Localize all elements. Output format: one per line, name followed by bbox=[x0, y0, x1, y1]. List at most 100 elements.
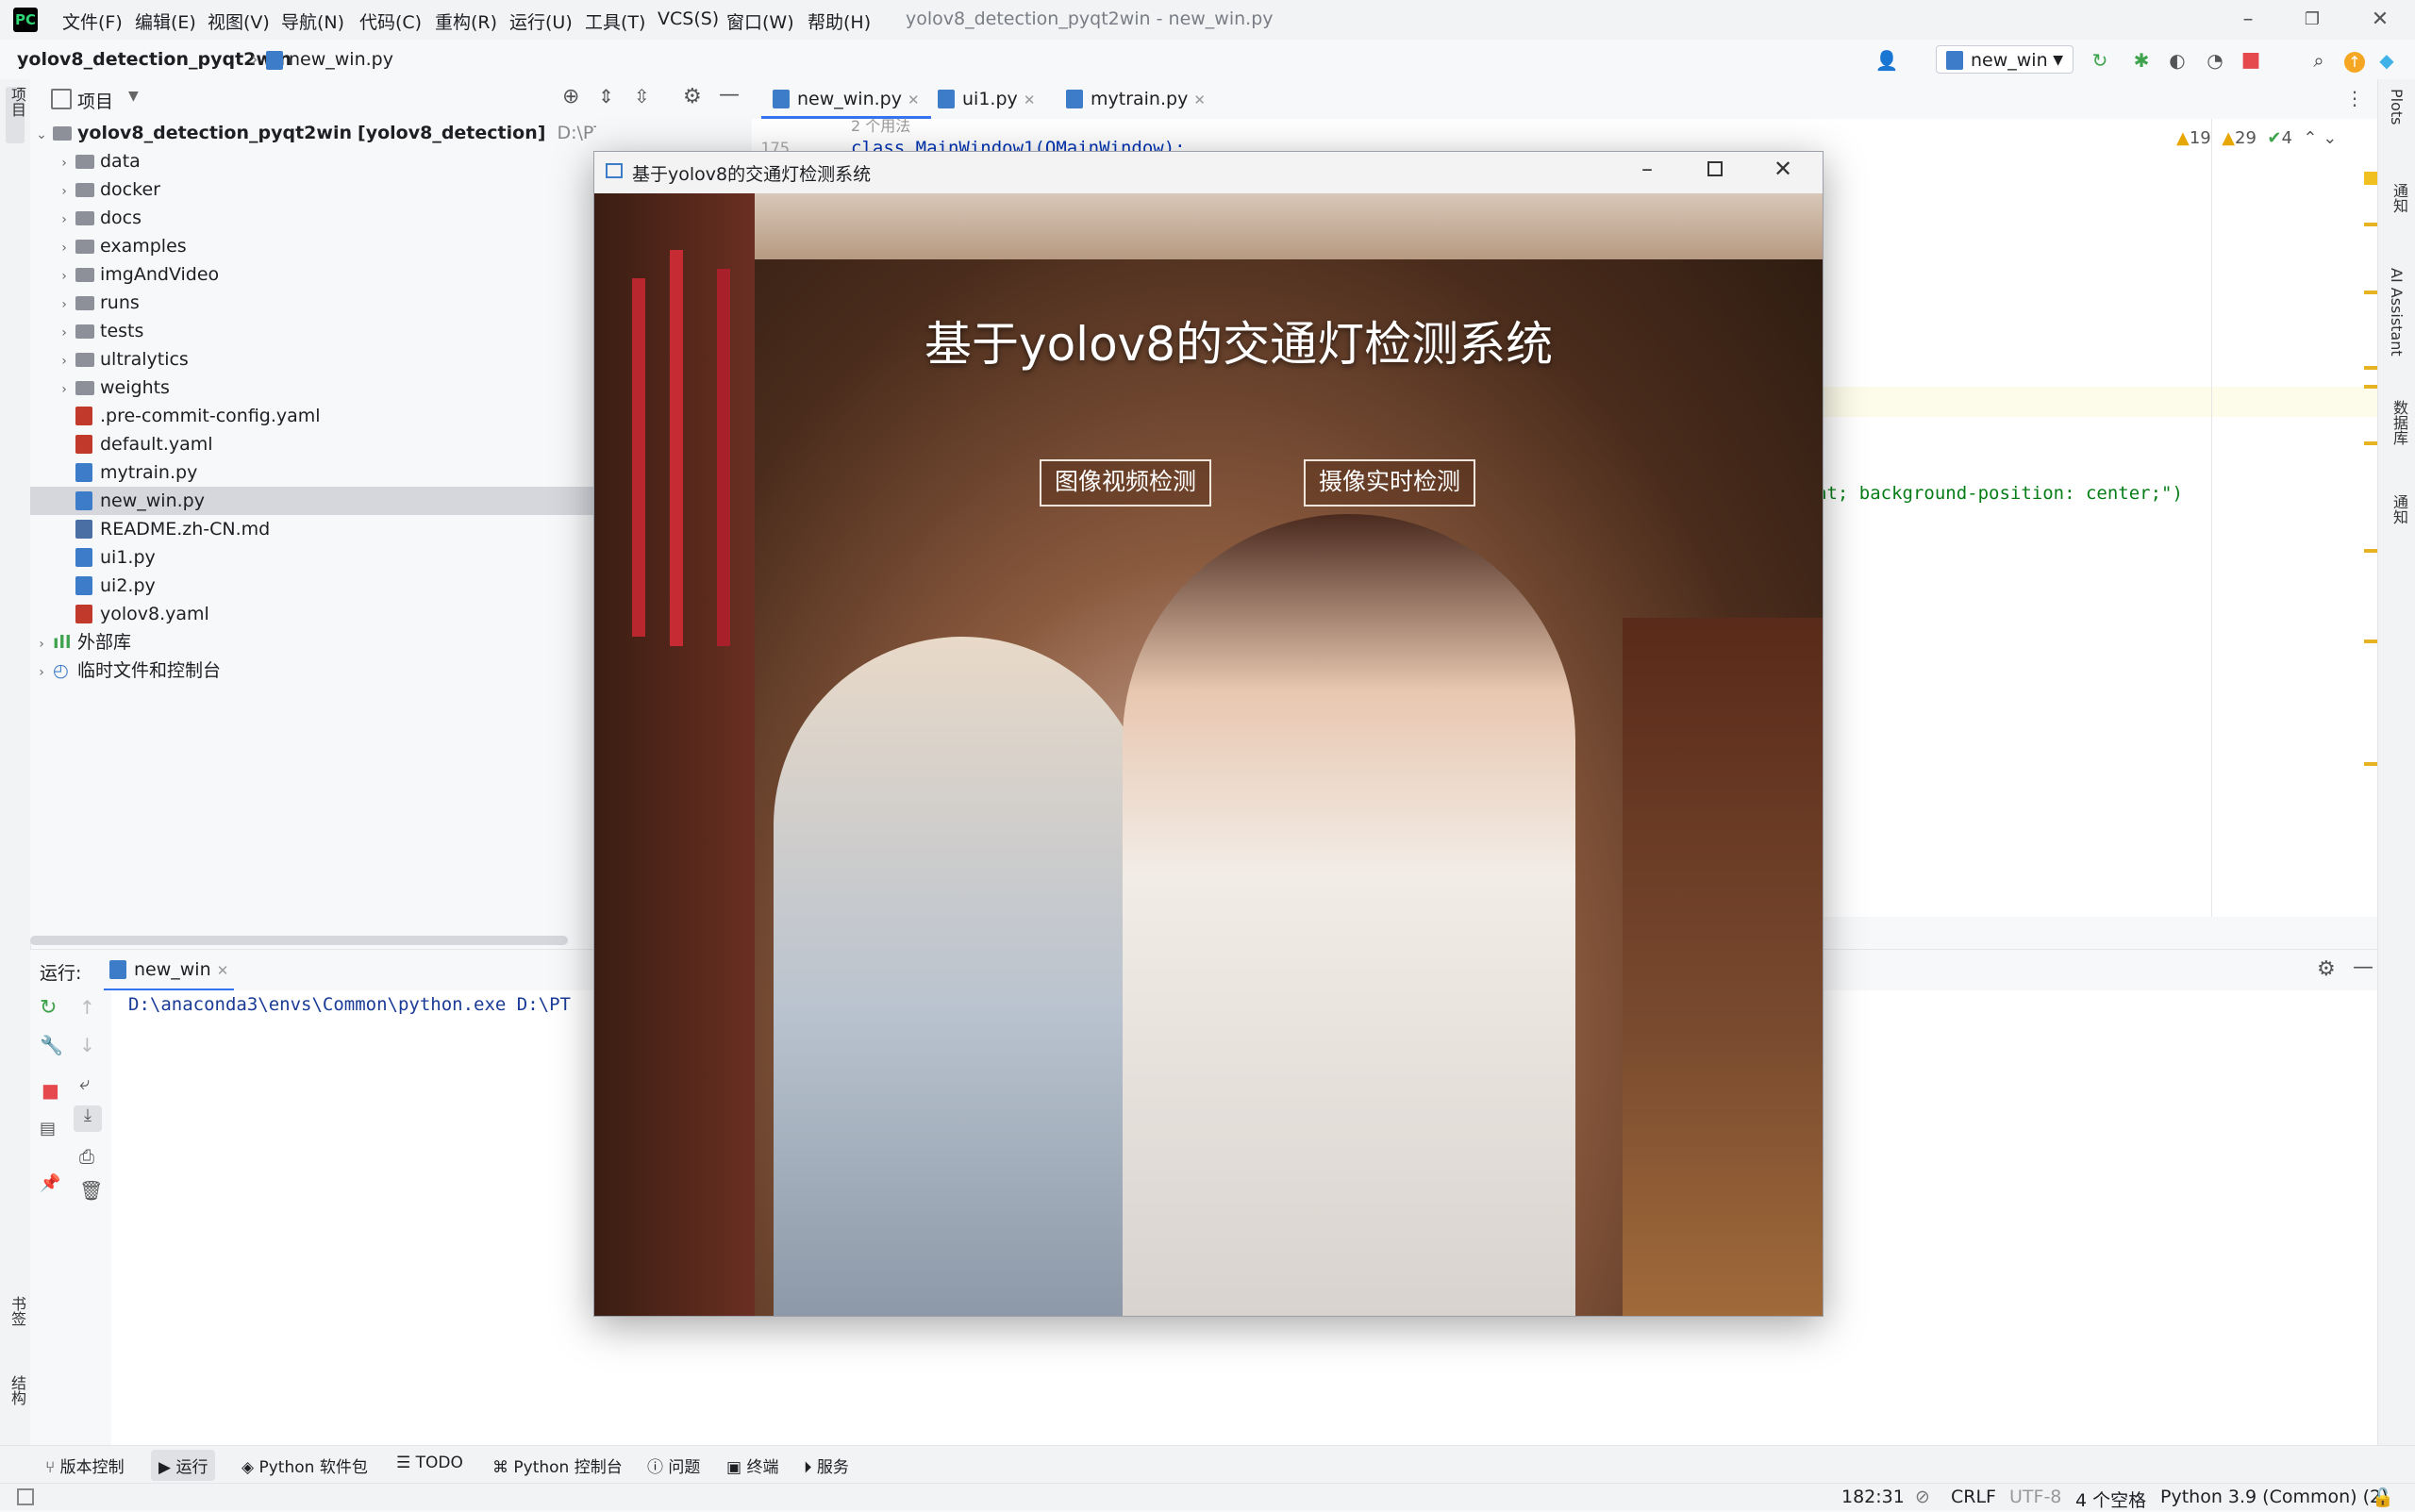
camera-realtime-detect-button[interactable]: 摄像实时检测 bbox=[1304, 459, 1476, 507]
tree-file[interactable]: new_win.py bbox=[30, 487, 596, 515]
rerun-icon[interactable]: ↻ bbox=[40, 996, 57, 1020]
tree-file[interactable]: ui2.py bbox=[30, 572, 596, 600]
inspection-widget[interactable]: ▲19 ▲29 ✔4 ⌃ ⌄ bbox=[2176, 128, 2337, 148]
chevron-right-icon[interactable]: › bbox=[53, 262, 75, 291]
tree-root[interactable]: ⌄ yolov8_detection_pyqt2win [yolov8_detec… bbox=[30, 119, 596, 147]
minimize-icon[interactable]: – bbox=[2226, 4, 2270, 36]
print-icon[interactable]: ⎙ bbox=[79, 1145, 94, 1168]
menu-navigate[interactable]: 导航(N) bbox=[281, 8, 344, 34]
tab-ui1[interactable]: ui1.py ✕ bbox=[926, 79, 1046, 119]
tool-terminal[interactable]: ▣ 终端 bbox=[726, 1454, 778, 1477]
chevron-right-icon[interactable]: › bbox=[53, 347, 75, 375]
chevron-down-icon[interactable]: ⌄ bbox=[2323, 128, 2337, 148]
run-tab-new-win[interactable]: new_win ✕ bbox=[104, 950, 235, 991]
tool-version-control[interactable]: ⑂ 版本控制 bbox=[45, 1454, 125, 1477]
chevron-right-icon[interactable]: › bbox=[53, 291, 75, 319]
chevron-right-icon[interactable]: › bbox=[30, 658, 53, 687]
tree-folder[interactable]: › docs bbox=[30, 204, 596, 232]
tree-folder[interactable]: › data bbox=[30, 147, 596, 175]
rerun-icon[interactable]: ↻ bbox=[2087, 47, 2113, 74]
jetbrains-ai-icon[interactable]: ◆ bbox=[2373, 47, 2400, 74]
status-interpreter[interactable]: Python 3.9 (Common) (2) bbox=[2160, 1487, 2389, 1507]
tool-todo[interactable]: ☰ TODO bbox=[396, 1454, 463, 1472]
menu-tools[interactable]: 工具(T) bbox=[585, 8, 645, 34]
user-icon[interactable]: 👤 bbox=[1874, 47, 1900, 74]
expand-all-icon[interactable]: ⇕ bbox=[598, 85, 614, 108]
coverage-icon[interactable]: ◐ bbox=[2164, 47, 2190, 74]
chevron-right-icon[interactable]: › bbox=[53, 177, 75, 206]
close-icon[interactable]: ✕ bbox=[2358, 4, 2402, 36]
horizontal-scrollbar[interactable] bbox=[30, 936, 568, 945]
hide-panel-icon[interactable]: — bbox=[719, 83, 740, 107]
close-tab-icon[interactable]: ✕ bbox=[908, 91, 920, 108]
tool-python-packages[interactable]: ◈ Python 软件包 bbox=[242, 1454, 368, 1477]
project-tool-button[interactable]: 项目 bbox=[6, 87, 26, 143]
close-tab-icon[interactable]: ✕ bbox=[1024, 91, 1036, 108]
collapse-all-icon[interactable]: ⇳ bbox=[634, 85, 650, 108]
tree-folder[interactable]: › examples bbox=[30, 232, 596, 260]
app-window-titlebar[interactable]: 基于yolov8的交通灯检测系统 – ✕ bbox=[594, 152, 1823, 193]
status-line-ending[interactable]: CRLF bbox=[1951, 1487, 1996, 1507]
status-indent[interactable]: 4 个空格 bbox=[2075, 1487, 2146, 1512]
menu-refactor[interactable]: 重构(R) bbox=[435, 8, 497, 34]
stop-icon[interactable]: ■ bbox=[42, 1079, 59, 1102]
tree-scratches[interactable]: › ◴ 临时文件和控制台 bbox=[30, 656, 596, 685]
menu-code[interactable]: 代码(C) bbox=[359, 8, 422, 34]
tree-file[interactable]: default.yaml bbox=[30, 430, 596, 458]
menu-vcs[interactable]: VCS(S) bbox=[658, 8, 719, 29]
hide-panel-icon[interactable]: — bbox=[2353, 955, 2373, 979]
layout-toggle-icon[interactable] bbox=[17, 1488, 34, 1505]
close-tab-icon[interactable]: ✕ bbox=[217, 962, 229, 979]
profile-icon[interactable]: ◔ bbox=[2202, 47, 2228, 74]
run-config-dropdown[interactable]: new_win ▼ bbox=[1936, 45, 2074, 74]
menu-view[interactable]: 视图(V) bbox=[208, 8, 270, 34]
tool-services[interactable]: ⏵ 服务 bbox=[804, 1454, 849, 1477]
chevron-right-icon[interactable]: › bbox=[53, 206, 75, 234]
tab-mytrain[interactable]: mytrain.py ✕ bbox=[1055, 79, 1217, 119]
pin-icon[interactable]: 📌 bbox=[40, 1173, 60, 1193]
menu-help[interactable]: 帮助(H) bbox=[808, 8, 871, 34]
lock-icon[interactable]: 🔓 bbox=[2372, 1487, 2394, 1508]
image-video-detect-button[interactable]: 图像视频检测 bbox=[1040, 459, 1212, 507]
ai-assistant-tool-button[interactable]: AI Assistant bbox=[2388, 268, 2406, 357]
debug-icon[interactable]: ✱ bbox=[2128, 47, 2155, 74]
trash-icon[interactable]: 🗑 bbox=[79, 1179, 103, 1202]
gear-icon[interactable]: ⚙ bbox=[683, 85, 702, 108]
menu-file[interactable]: 文件(F) bbox=[62, 8, 123, 34]
close-icon[interactable]: ✕ bbox=[1774, 156, 1792, 182]
arrow-down-icon[interactable]: ↓ bbox=[79, 1034, 95, 1056]
tree-file[interactable]: ui1.py bbox=[30, 543, 596, 572]
chevron-right-icon[interactable]: › bbox=[30, 630, 53, 658]
tree-external-libs[interactable]: › ıll 外部库 bbox=[30, 628, 596, 656]
notifications-tool-button-2[interactable]: 通知 bbox=[2388, 494, 2410, 524]
chevron-right-icon[interactable]: › bbox=[53, 375, 75, 404]
chevron-right-icon[interactable]: › bbox=[53, 149, 75, 177]
error-stripe[interactable] bbox=[2364, 172, 2377, 917]
maximize-icon[interactable] bbox=[1707, 161, 1723, 176]
readonly-icon[interactable]: ⊘ bbox=[1915, 1487, 1930, 1507]
chevron-right-icon[interactable]: › bbox=[53, 234, 75, 262]
scroll-to-end-icon[interactable]: ⤓ bbox=[74, 1105, 102, 1132]
close-tab-icon[interactable]: ✕ bbox=[1193, 91, 1206, 108]
restore-icon[interactable]: ❐ bbox=[2290, 4, 2334, 36]
chevron-right-icon[interactable]: › bbox=[53, 319, 75, 347]
project-panel-title[interactable]: 项目 bbox=[77, 88, 113, 113]
tool-run[interactable]: ▶ 运行 bbox=[151, 1450, 216, 1481]
status-position[interactable]: 182:31 bbox=[1841, 1487, 1905, 1507]
arrow-up-icon[interactable]: ↑ bbox=[79, 996, 95, 1019]
update-icon[interactable]: ↑ bbox=[2341, 47, 2368, 74]
status-encoding[interactable]: UTF-8 bbox=[2009, 1487, 2061, 1507]
pycharm-logo-icon[interactable]: PC bbox=[13, 8, 38, 32]
tree-folder[interactable]: › docker bbox=[30, 175, 596, 204]
menu-edit[interactable]: 编辑(E) bbox=[135, 8, 196, 34]
database-tool-button[interactable]: 数据库 bbox=[2388, 400, 2410, 445]
tool-python-console[interactable]: ⌘ Python 控制台 bbox=[492, 1454, 623, 1477]
plots-tool-button[interactable]: Plots bbox=[2388, 89, 2406, 125]
more-tabs-icon[interactable]: ⋮ bbox=[2345, 87, 2364, 109]
gear-icon[interactable]: ⚙ bbox=[2317, 957, 2336, 981]
tree-folder[interactable]: › weights bbox=[30, 374, 596, 402]
soft-wrap-icon[interactable]: ⤶ bbox=[79, 1072, 90, 1094]
search-icon[interactable]: ⌕ bbox=[2306, 47, 2332, 74]
tool-problems[interactable]: ⓘ 问题 bbox=[647, 1454, 700, 1477]
minimize-icon[interactable]: – bbox=[1641, 156, 1653, 182]
